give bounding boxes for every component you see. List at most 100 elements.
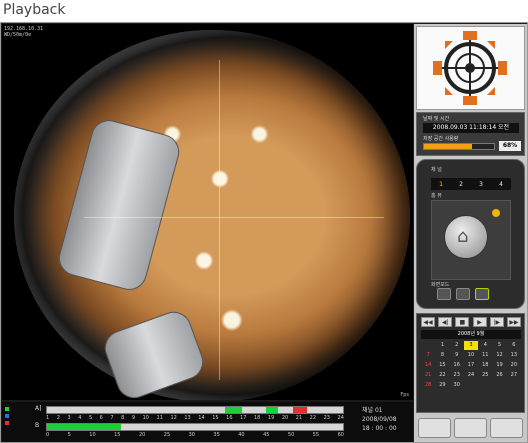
timeline-tick: 17	[240, 415, 247, 421]
datetime-storage-box: 날짜 및 시간 2008.09.03 11:18:14 오전 저장 공간 사용량…	[416, 112, 525, 156]
timeline-tick: 5	[88, 415, 93, 421]
channel-button-4[interactable]: 4	[499, 181, 503, 188]
crosshair-horizontal	[84, 217, 384, 218]
calendar-day[interactable]: 21	[421, 371, 435, 380]
timeline-tick: 25	[163, 432, 171, 438]
calendar-day[interactable]: 28	[421, 381, 435, 390]
calendar-day[interactable]: 27	[507, 371, 521, 380]
timeline-legend	[5, 406, 27, 427]
page-title: Playback	[3, 2, 66, 18]
legend-item	[5, 413, 27, 420]
step-back-button[interactable]: ◀|	[438, 317, 453, 327]
recording-segment	[266, 407, 278, 413]
bottom-button[interactable]	[454, 418, 487, 438]
calendar-day[interactable]: 2	[450, 341, 464, 350]
channel-button-1[interactable]: 1	[439, 181, 443, 188]
legend-item	[5, 406, 27, 413]
view-mode-label: 화면모드	[431, 282, 450, 288]
timeline-tick: 12	[170, 415, 177, 421]
timeline-tick: 20	[281, 415, 289, 421]
home-section-label: 홈 뷰	[431, 193, 442, 199]
view-mode-button[interactable]	[475, 288, 489, 300]
timeline-tick: 16	[226, 415, 233, 421]
timeline-tick: 11	[156, 415, 163, 421]
video-view[interactable]: 192.168.10.31 WD/50m/0e Fps	[2, 24, 413, 400]
channel-view-box: 채 널 1 2 3 4 홈 뷰 ⌂ 화면모드	[416, 159, 525, 309]
ptz-control[interactable]	[416, 26, 525, 110]
time-label: 18 : 00 : 00	[362, 425, 397, 432]
step-forward-button[interactable]: |▶	[489, 317, 504, 327]
timeline-tick: 45	[263, 432, 270, 438]
calendar-day[interactable]: 14	[421, 361, 435, 370]
channel-button-3[interactable]: 3	[479, 181, 483, 188]
minute-timeline-bar[interactable]	[46, 423, 344, 431]
calendar-day[interactable]: 12	[492, 351, 506, 360]
calendar-day[interactable]: 29	[435, 381, 449, 390]
calendar-day[interactable]: 6	[507, 341, 521, 350]
timeline-tick: 20	[138, 432, 146, 438]
calendar-day[interactable]: 9	[450, 351, 464, 360]
timeline-info: 채널 01 2008/09/08 18 : 00 : 00	[362, 406, 397, 433]
calendar-day[interactable]: 16	[450, 361, 464, 370]
calendar-day[interactable]: 1	[435, 341, 449, 350]
channel-button-2[interactable]: 2	[459, 181, 463, 188]
playback-window: 192.168.10.31 WD/50m/0e Fps A] B 1234567…	[0, 22, 528, 443]
timeline-tick: 6	[99, 415, 103, 421]
calendar-day[interactable]: 30	[450, 381, 464, 390]
hour-timeline-bar[interactable]	[46, 406, 344, 414]
calendar-day[interactable]: 24	[464, 371, 478, 380]
calendar-day[interactable]: 4	[478, 341, 492, 350]
recording-segment	[224, 407, 243, 413]
calendar-day[interactable]: 5	[492, 341, 506, 350]
calendar-day[interactable]: 19	[492, 361, 506, 370]
timeline: A] B 1 2 3 4 5 6 7 8 9 10 11 12 13 14 15 16 17 18 19 20 21 22…	[2, 402, 413, 442]
calendar-day[interactable]: 7	[421, 351, 435, 360]
calendar-day[interactable]: 11	[478, 351, 492, 360]
timeline-tick: 14	[198, 415, 205, 421]
timeline-tick: 0	[46, 432, 50, 438]
timeline-row1-label: A]	[35, 405, 42, 412]
timeline-tick: 55	[312, 432, 320, 438]
calendar-day[interactable]: 17	[464, 361, 478, 370]
bottom-button[interactable]	[490, 418, 523, 438]
calendar-day[interactable]: 8	[435, 351, 449, 360]
calendar-box: ◀◀ ◀| ■ ▶ |▶ ▶▶ 2008년 9월 1 2 3 4 5 6 7 8 9 10 11 12…	[416, 313, 525, 413]
calendar-day[interactable]: 13	[507, 351, 521, 360]
calendar-day[interactable]: 23	[450, 371, 464, 380]
timeline-tick: 30	[188, 432, 195, 438]
storage-usage-fill	[424, 144, 472, 149]
event-segment	[292, 407, 308, 413]
timeline-tick: 13	[184, 415, 191, 421]
status-led-icon	[492, 209, 500, 217]
storage-usage-bar	[423, 143, 495, 150]
home-view-button[interactable]: ⌂	[444, 215, 488, 259]
calendar-day[interactable]: 25	[478, 371, 492, 380]
calendar-day[interactable]: 18	[478, 361, 492, 370]
view-mode-button[interactable]	[456, 288, 470, 300]
timeline-tick: 10	[142, 415, 149, 421]
timeline-tick: 23	[323, 415, 330, 421]
timeline-tick: 35	[213, 432, 220, 438]
calendar-day[interactable]: 20	[507, 361, 521, 370]
calendar-day[interactable]: 15	[435, 361, 449, 370]
fast-forward-button[interactable]: ▶▶	[506, 317, 521, 327]
timeline-tick: 1	[46, 415, 50, 421]
timeline-tick: 10	[89, 432, 96, 438]
rewind-button[interactable]: ◀◀	[421, 317, 435, 327]
calendar-day[interactable]: 26	[492, 371, 506, 380]
calendar-day[interactable]: 22	[435, 371, 449, 380]
calendar-day[interactable]: 3	[463, 341, 479, 350]
timeline-tick: 15	[114, 432, 121, 438]
timeline-tick: 21	[295, 415, 303, 421]
timeline-tick: 50	[287, 432, 295, 438]
view-mode-button[interactable]	[437, 288, 451, 300]
calendar-day[interactable]: 10	[464, 351, 478, 360]
parked-car	[54, 116, 184, 294]
bottom-button[interactable]	[418, 418, 451, 438]
stop-button[interactable]: ■	[455, 317, 470, 327]
timeline-tick: 15	[212, 415, 219, 421]
camera-meta: WD/50m/0e	[4, 32, 32, 38]
legend-item	[5, 420, 27, 427]
camera-info: 192.168.10.31 WD/50m/0e	[4, 26, 43, 38]
play-button[interactable]: ▶	[472, 317, 487, 327]
